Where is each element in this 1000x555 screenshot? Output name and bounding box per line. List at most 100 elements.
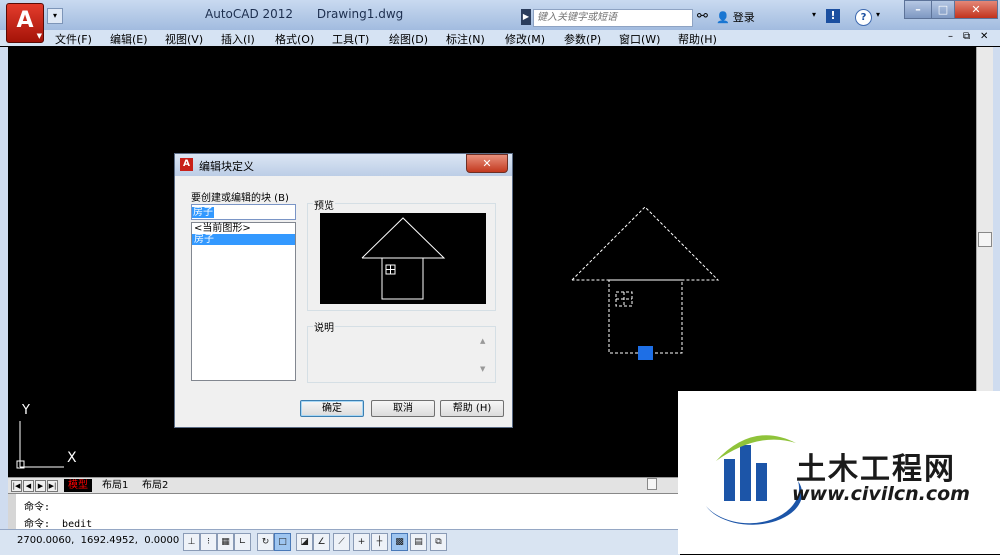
scroll-down-icon[interactable]: ▼ bbox=[480, 365, 485, 373]
menu-modify[interactable]: 修改(M) bbox=[505, 31, 545, 47]
block-name-input[interactable]: 房子 bbox=[191, 204, 296, 220]
command-window-grip[interactable] bbox=[8, 494, 16, 530]
dynamic-input-icon[interactable]: + bbox=[353, 533, 370, 551]
menu-file[interactable]: 文件(F) bbox=[55, 31, 92, 47]
description-label: 说明 bbox=[313, 319, 335, 334]
block-list-item-house[interactable]: 房子 bbox=[192, 234, 295, 245]
infer-constraints-icon[interactable]: ⊥ bbox=[183, 533, 200, 551]
application-menu-button[interactable]: A ▼ bbox=[6, 3, 44, 43]
app-name: AutoCAD 2012 bbox=[205, 7, 294, 21]
search-expand-icon[interactable]: ▶ bbox=[521, 9, 531, 25]
preview-canvas bbox=[361, 217, 446, 300]
help-dropdown-icon[interactable]: ▾ bbox=[876, 10, 880, 19]
doc-close-icon[interactable]: ✕ bbox=[980, 31, 988, 42]
ucs-y-label: Y bbox=[22, 403, 30, 418]
command-window[interactable]: 命令: 命令: _bedit bbox=[8, 493, 678, 530]
login-button[interactable]: 👤 登录 bbox=[716, 9, 755, 25]
watermark-brand: 土木工程网 bbox=[796, 452, 956, 487]
window-left-frame bbox=[0, 47, 8, 547]
layout-tab-bar: |◀ ◀ ▶ ▶| 模型 布局1 布局2 bbox=[8, 477, 678, 493]
binoculars-icon[interactable]: ⚯ bbox=[697, 9, 708, 24]
login-dropdown-icon[interactable]: ▾ bbox=[812, 10, 816, 19]
block-list[interactable]: <当前图形> 房子 bbox=[191, 222, 296, 381]
title-bar: ▾ AutoCAD 2012 Drawing1.dwg ▶ ⚯ 👤登录 ▾ ! … bbox=[0, 0, 1000, 33]
menu-draw[interactable]: 绘图(D) bbox=[389, 31, 428, 47]
help-icon[interactable]: ? bbox=[855, 9, 872, 26]
menu-dimension[interactable]: 标注(N) bbox=[446, 31, 485, 47]
tab-last-icon[interactable]: ▶| bbox=[47, 480, 58, 492]
menu-bar: 文件(F) 编辑(E) 视图(V) 插入(I) 格式(O) 工具(T) 绘图(D… bbox=[0, 30, 1000, 46]
block-preview bbox=[320, 213, 486, 304]
dynamic-ucs-icon[interactable]: ⟋ bbox=[333, 533, 350, 551]
block-grip[interactable] bbox=[638, 346, 653, 360]
menu-view[interactable]: 视图(V) bbox=[165, 31, 203, 47]
minimize-window-icon[interactable]: – bbox=[904, 0, 932, 19]
horizontal-scroll-thumb[interactable] bbox=[647, 478, 657, 490]
3d-object-snap-icon[interactable]: ◪ bbox=[296, 533, 313, 551]
tab-first-icon[interactable]: |◀ bbox=[11, 480, 22, 492]
dialog-close-icon[interactable]: ✕ bbox=[466, 154, 508, 173]
tab-prev-icon[interactable]: ◀ bbox=[23, 480, 34, 492]
selection-cycling-icon[interactable]: ⧉ bbox=[430, 533, 447, 551]
doc-restore-icon[interactable]: ⧉ bbox=[963, 31, 970, 42]
tab-model[interactable]: 模型 bbox=[64, 479, 92, 492]
quick-properties-icon[interactable]: ▤ bbox=[410, 533, 427, 551]
command-history-line: 命令: bbox=[24, 502, 51, 513]
house-roof[interactable] bbox=[571, 206, 720, 281]
snap-mode-icon[interactable]: ⁝ bbox=[200, 533, 217, 551]
login-label: 登录 bbox=[732, 11, 755, 24]
coordinate-readout[interactable]: 2700.0060, 1692.4952, 0.0000 bbox=[17, 535, 179, 546]
search-box[interactable] bbox=[533, 9, 693, 27]
house-body[interactable] bbox=[608, 279, 683, 354]
ucs-x-label: X bbox=[67, 450, 77, 466]
description-scrollbar[interactable]: ▲ ▼ bbox=[478, 329, 490, 379]
grid-display-icon[interactable]: ▦ bbox=[217, 533, 234, 551]
menu-tools[interactable]: 工具(T) bbox=[332, 31, 369, 47]
menu-edit[interactable]: 编辑(E) bbox=[110, 31, 148, 47]
block-name-label: 要创建或编辑的块 (B) bbox=[191, 193, 289, 204]
vertical-scroll-thumb[interactable] bbox=[978, 232, 992, 247]
window-right-frame bbox=[992, 47, 1000, 397]
watermark: 土木工程网 www.civilcn.com bbox=[678, 391, 1000, 554]
tab-next-icon[interactable]: ▶ bbox=[35, 480, 46, 492]
watermark-url: www.civilcn.com bbox=[792, 483, 970, 505]
block-name-value[interactable]: 房子 bbox=[192, 207, 214, 218]
menu-insert[interactable]: 插入(I) bbox=[221, 31, 255, 47]
autocad-logo-icon: A bbox=[16, 8, 34, 33]
doc-minimize-icon[interactable]: – bbox=[948, 31, 953, 42]
quick-access-dropdown-icon[interactable]: ▾ bbox=[47, 8, 63, 24]
polar-tracking-icon[interactable]: ↻ bbox=[257, 533, 274, 551]
document-name: Drawing1.dwg bbox=[316, 7, 404, 21]
scroll-up-icon[interactable]: ▲ bbox=[480, 337, 485, 345]
menu-parameters[interactable]: 参数(P) bbox=[564, 31, 601, 47]
description-group bbox=[307, 326, 496, 383]
command-input-line[interactable]: 命令: _bedit bbox=[24, 515, 92, 530]
tab-layout1[interactable]: 布局1 bbox=[98, 479, 132, 492]
object-snap-icon[interactable]: □ bbox=[274, 533, 291, 551]
help-button[interactable]: 帮助 (H) bbox=[440, 400, 504, 417]
menu-format[interactable]: 格式(O) bbox=[275, 31, 314, 47]
transparency-icon[interactable]: ▩ bbox=[391, 533, 408, 551]
autocad-small-logo-icon: A bbox=[180, 158, 193, 171]
maximize-window-icon[interactable]: □ bbox=[931, 0, 955, 19]
search-input[interactable] bbox=[534, 10, 690, 25]
cancel-button[interactable]: 取消 bbox=[371, 400, 435, 417]
vertical-scrollbar[interactable] bbox=[976, 47, 993, 391]
ortho-mode-icon[interactable]: ∟ bbox=[234, 533, 251, 551]
tab-layout2[interactable]: 布局2 bbox=[138, 479, 172, 492]
preview-label: 预览 bbox=[313, 197, 335, 212]
menu-help[interactable]: 帮助(H) bbox=[678, 31, 717, 47]
dialog-title-bar[interactable]: A 编辑块定义 ✕ bbox=[175, 154, 512, 176]
house-block[interactable] bbox=[571, 206, 720, 354]
lineweight-icon[interactable]: ┼ bbox=[371, 533, 388, 551]
user-icon: 👤 bbox=[716, 11, 730, 24]
dialog-title: 编辑块定义 bbox=[199, 160, 254, 173]
close-window-icon[interactable]: ✕ bbox=[954, 0, 998, 19]
object-snap-tracking-icon[interactable]: ∠ bbox=[313, 533, 330, 551]
menu-window[interactable]: 窗口(W) bbox=[619, 31, 660, 47]
block-list-item-current-drawing[interactable]: <当前图形> bbox=[192, 223, 295, 234]
window-title: AutoCAD 2012 Drawing1.dwg bbox=[205, 7, 423, 21]
exchange-icon[interactable]: ! bbox=[826, 9, 840, 23]
preview-roof bbox=[361, 217, 446, 259]
ok-button[interactable]: 确定 bbox=[300, 400, 364, 417]
